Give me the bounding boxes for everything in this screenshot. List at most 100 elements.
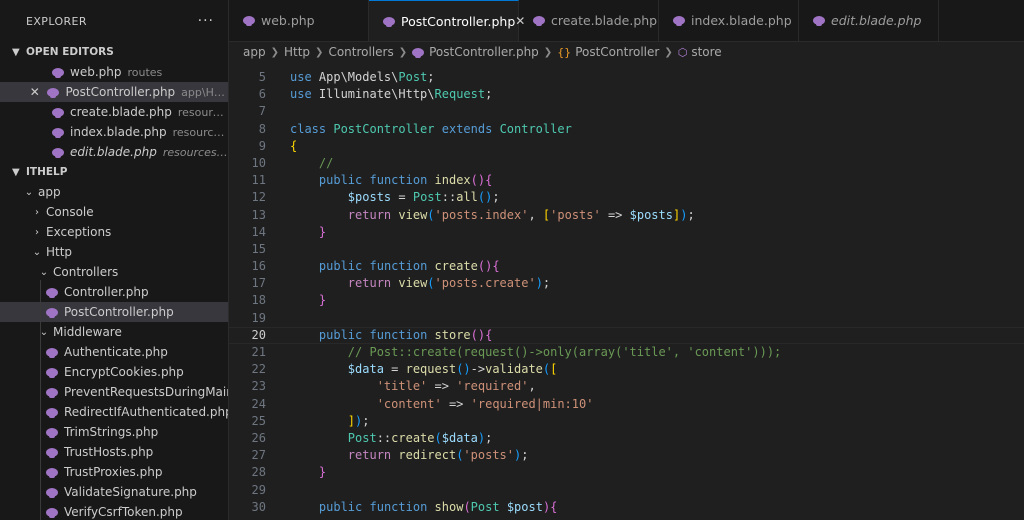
line-code: 'title' => 'required', — [290, 378, 536, 395]
tree-file[interactable]: PostController.php — [0, 302, 228, 322]
code-line[interactable]: 11 public function index(){ — [229, 172, 1024, 189]
more-actions-icon[interactable]: ··· — [198, 13, 214, 29]
tree-file[interactable]: RedirectIfAuthenticated.php — [0, 402, 228, 422]
code-line[interactable]: 28 } — [229, 464, 1024, 481]
tab-edit-blade-php[interactable]: edit.blade.php — [799, 0, 939, 41]
tree-file[interactable]: TrustProxies.php — [0, 462, 228, 482]
code-line[interactable]: 8 class PostController extends Controller — [229, 121, 1024, 138]
tab-index-blade-php[interactable]: index.blade.php — [659, 0, 799, 41]
chevron-down-icon: ⌄ — [39, 266, 49, 278]
open-editor-item[interactable]: create.blade.php resources\vie... — [0, 102, 228, 122]
line-number: 14 — [251, 224, 266, 239]
code-line[interactable]: 27 return redirect('posts'); — [229, 447, 1024, 464]
tab-label: index.blade.php — [691, 13, 792, 28]
code-token: public — [318, 327, 363, 342]
line-code: return view('posts.create'); — [290, 275, 550, 292]
tab-web-php[interactable]: web.php — [229, 0, 369, 41]
line-number: 20 — [251, 327, 266, 342]
file-name: TrustHosts.php — [64, 445, 154, 459]
open-editor-item[interactable]: ✕ PostController.php app\Http\... — [0, 82, 228, 102]
code-line[interactable]: 21 // Post::create(request()->only(array… — [229, 344, 1024, 361]
line-number: 25 — [251, 413, 266, 428]
code-line[interactable]: 22 $data = request()->validate([ — [229, 361, 1024, 378]
code-token: function — [369, 499, 428, 514]
tree-file[interactable]: Controller.php — [0, 282, 228, 302]
folder-controllers[interactable]: ⌄ Controllers — [0, 262, 228, 282]
code-token: 'required|min:10' — [470, 396, 594, 411]
project-header[interactable]: ▼ ITHELP — [0, 162, 228, 182]
folder-http[interactable]: ⌄ Http — [0, 242, 228, 262]
code-line[interactable]: 6 use Illuminate\Http\Request; — [229, 86, 1024, 103]
tab-label: edit.blade.php — [831, 13, 922, 28]
code-token: 'posts' — [463, 448, 514, 463]
code-token: ; — [687, 207, 695, 222]
code-line[interactable]: 17 return view('posts.create'); — [229, 275, 1024, 292]
open-editor-item[interactable]: edit.blade.php resources\views\... — [0, 142, 228, 162]
tree-file[interactable]: VerifyCsrfToken.php — [0, 502, 228, 520]
code-token: redirect — [398, 448, 457, 463]
code-token: { — [492, 259, 500, 274]
code-line[interactable]: 12 $posts = Post::all(); — [229, 189, 1024, 206]
chevron-down-icon: ▼ — [12, 166, 20, 178]
code-line[interactable]: 16 public function create(){ — [229, 258, 1024, 275]
breadcrumb-item[interactable]: Http — [284, 45, 310, 59]
tree-file[interactable]: ValidateSignature.php — [0, 482, 228, 502]
tab-create-blade-php[interactable]: create.blade.php — [519, 0, 659, 41]
php-file-icon — [813, 16, 825, 26]
php-file-icon — [46, 287, 58, 298]
folder-app[interactable]: ⌄ app — [0, 182, 228, 202]
code-line[interactable]: 30 public function show(Post $post){ — [229, 499, 1024, 516]
code-token: public — [318, 499, 363, 514]
code-line[interactable]: 10 // — [229, 155, 1024, 172]
line-number: 9 — [258, 138, 266, 153]
open-editor-item[interactable]: web.php routes — [0, 62, 228, 82]
code-token: Post — [412, 190, 442, 205]
tree-file[interactable]: Authenticate.php — [0, 342, 228, 362]
code-token: () — [477, 190, 493, 205]
tree-file[interactable]: PreventRequestsDuringMainte... — [0, 382, 228, 402]
code-token: () — [477, 259, 493, 274]
code-token: ; — [542, 276, 551, 291]
folder-middleware[interactable]: ⌄ Middleware — [0, 322, 228, 342]
tab-label: create.blade.php — [551, 13, 658, 28]
code-line[interactable]: 14 } — [229, 224, 1024, 241]
code-line[interactable]: 15 — [229, 241, 1024, 258]
tab-postcontroller-php[interactable]: PostController.php ✕ — [369, 0, 525, 41]
breadcrumb-item[interactable]: PostController — [575, 45, 659, 59]
code-line[interactable]: 24 'content' => 'required|min:10' — [229, 396, 1024, 413]
breadcrumb-item[interactable]: PostController.php — [429, 45, 539, 59]
close-icon[interactable]: ✕ — [28, 85, 41, 99]
breadcrumb-item[interactable]: app — [243, 45, 266, 59]
line-code: use Illuminate\Http\Request; — [290, 86, 492, 103]
code-token: } — [318, 465, 327, 480]
folder-console[interactable]: › Console — [0, 202, 228, 222]
code-token: :: — [441, 190, 457, 205]
code-line[interactable]: 29 — [229, 482, 1024, 499]
code-line[interactable]: 26 Post::create($data); — [229, 430, 1024, 447]
vscode-window: EXPLORER ··· ▼ OPEN EDITORS web.php route… — [0, 0, 1024, 520]
open-editor-item[interactable]: index.blade.php resources\vie... — [0, 122, 228, 142]
code-line[interactable]: 25 ]); — [229, 413, 1024, 430]
breadcrumb-item[interactable]: store — [691, 45, 721, 59]
folder-exceptions[interactable]: › Exceptions — [0, 222, 228, 242]
line-code: ]); — [290, 413, 370, 430]
code-editor[interactable]: 5 use App\Models\Post; 6 use Illuminate\Htt… — [229, 62, 1024, 520]
code-token: $post — [506, 499, 543, 514]
code-line[interactable]: 5 use App\Models\Post; — [229, 69, 1024, 86]
code-line[interactable]: 20 public function store(){ — [229, 326, 1024, 345]
code-line[interactable]: 9{ — [229, 138, 1024, 155]
code-line[interactable]: 23 'title' => 'required', — [229, 378, 1024, 395]
breadcrumb-item[interactable]: Controllers — [328, 45, 393, 59]
open-editors-header[interactable]: ▼ OPEN EDITORS — [0, 42, 228, 62]
tree-file[interactable]: TrimStrings.php — [0, 422, 228, 442]
tree-file[interactable]: TrustHosts.php — [0, 442, 228, 462]
code-line[interactable]: 18 } — [229, 292, 1024, 309]
code-line[interactable]: 13 return view('posts.index', ['posts' =… — [229, 207, 1024, 224]
tree-file[interactable]: EncryptCookies.php — [0, 362, 228, 382]
code-line[interactable]: 7 — [229, 103, 1024, 120]
code-line[interactable]: 19 — [229, 310, 1024, 327]
